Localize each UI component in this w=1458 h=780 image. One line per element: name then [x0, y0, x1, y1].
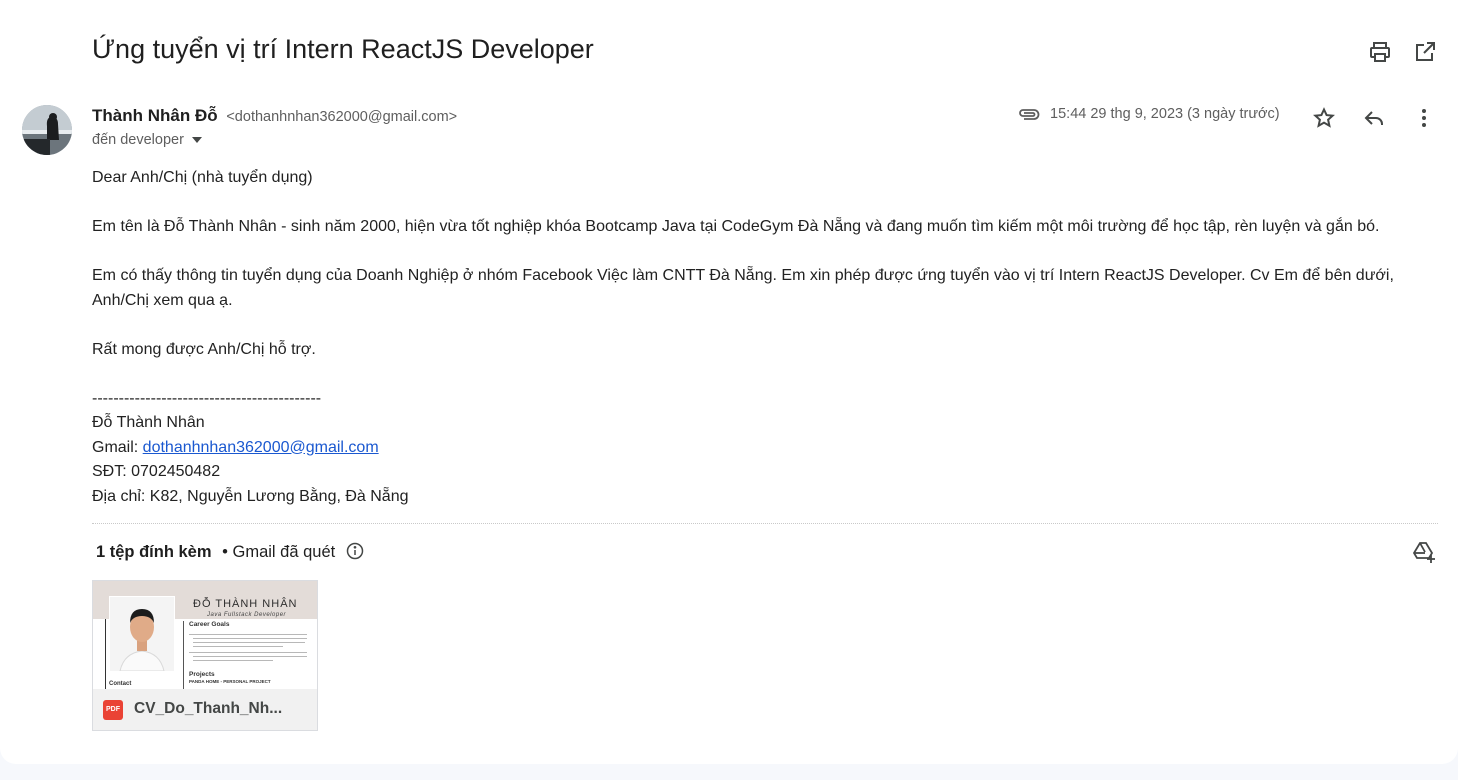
sender-line: Thành Nhân Đỗ <dothanhnhan362000@gmail.c…: [92, 106, 457, 126]
preview-contact: Contact: [109, 681, 132, 687]
sender-email: <dothanhnhan362000@gmail.com>: [226, 109, 458, 125]
pdf-file-icon: PDF: [103, 700, 123, 720]
signature-name: Đỗ Thành Nhân: [92, 414, 205, 431]
signature-email-link[interactable]: dothanhnhan362000@gmail.com: [143, 439, 379, 456]
email-body: Dear Anh/Chị (nhà tuyển dụng) Em tên là …: [92, 166, 1432, 509]
sender-avatar[interactable]: [22, 105, 72, 155]
open-in-new-window-icon[interactable]: [1413, 40, 1437, 64]
preview-section-career: Career Goals: [189, 621, 230, 628]
preview-photo: [109, 596, 175, 672]
paperclip-icon: [1019, 109, 1040, 121]
preview-section-projects: Projects: [189, 671, 215, 678]
attachments-divider: [92, 523, 1438, 524]
attachment-filename: CV_Do_Thanh_Nh...: [134, 700, 283, 717]
print-icon[interactable]: [1368, 40, 1392, 64]
attachments-scan-status: • Gmail đã quét: [222, 543, 336, 561]
preview-name: ĐỖ THÀNH NHÂN: [193, 598, 298, 610]
attachments-count: 1 tệp đính kèm: [96, 543, 212, 561]
body-paragraph-2: Em có thấy thông tin tuyển dụng của Doan…: [92, 267, 1394, 309]
attachment-footer: PDF CV_Do_Thanh_Nh...: [93, 689, 317, 730]
email-meta: 15:44 29 thg 9, 2023 (3 ngày trước): [1018, 106, 1280, 122]
reply-icon[interactable]: [1362, 106, 1386, 130]
preview-role: Java Fullstack Developer: [207, 612, 287, 618]
more-vert-icon[interactable]: [1412, 106, 1436, 130]
email-subject: Ứng tuyển vị trí Intern ReactJS Develope…: [92, 34, 594, 64]
body-paragraph-3: Rất mong được Anh/Chị hỗ trợ.: [92, 340, 316, 358]
signature-separator: ----------------------------------------…: [92, 389, 322, 407]
sender-name[interactable]: Thành Nhân Đỗ: [92, 106, 218, 125]
recipient-label: đến developer: [92, 132, 184, 148]
recipient-toggle[interactable]: đến developer: [92, 132, 202, 148]
signature-gmail: Gmail: dothanhnhan362000@gmail.com: [92, 436, 1432, 461]
email-datetime: 15:44 29 thg 9, 2023 (3 ngày trước): [1050, 106, 1280, 122]
attachment-preview: ĐỖ THÀNH NHÂN Java Fullstack Developer C…: [93, 581, 317, 689]
star-icon[interactable]: [1312, 106, 1336, 130]
attachment-card[interactable]: ĐỖ THÀNH NHÂN Java Fullstack Developer C…: [92, 580, 318, 731]
info-icon[interactable]: [346, 542, 364, 560]
signature-gmail-label: Gmail:: [92, 438, 143, 456]
greeting: Dear Anh/Chị (nhà tuyển dụng): [92, 169, 313, 186]
body-paragraph-1: Em tên là Đỗ Thành Nhân - sinh năm 2000,…: [92, 218, 1380, 235]
add-to-drive-icon[interactable]: [1412, 540, 1436, 564]
dropdown-arrow-icon: [191, 137, 202, 144]
attachments-header: 1 tệp đính kèm • Gmail đã quét: [96, 542, 364, 562]
preview-project-title: PANDA HOME - PERSONAL PROJECT: [189, 679, 271, 684]
signature-phone: SĐT: 0702450482: [92, 463, 221, 480]
signature-address: Địa chỉ: K82, Nguyễn Lương Bằng, Đà Nẵng: [92, 487, 409, 505]
email-view: Ứng tuyển vị trí Intern ReactJS Develope…: [0, 0, 1458, 764]
